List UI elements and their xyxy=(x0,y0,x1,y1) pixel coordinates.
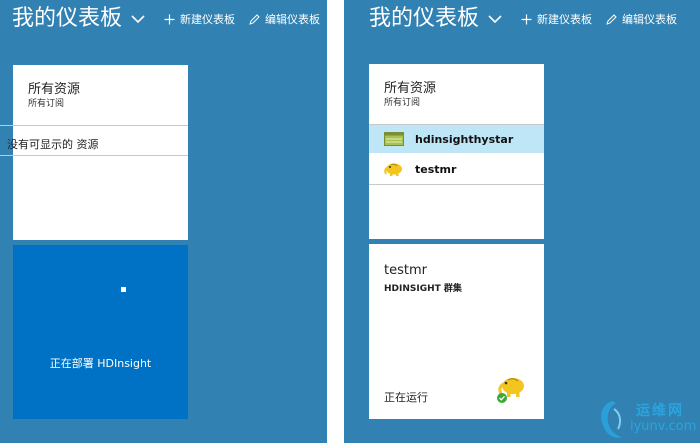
resource-item-testmr[interactable]: testmr xyxy=(369,155,544,183)
chevron-down-icon[interactable] xyxy=(126,4,150,34)
divider xyxy=(0,125,188,126)
new-dashboard-label: 新建仪表板 xyxy=(537,13,593,26)
tile-subtitle: 所有订阅 xyxy=(384,98,421,108)
empty-resources-message: 没有可显示的 资源 xyxy=(7,138,99,151)
tile-subtitle: 所有订阅 xyxy=(28,99,65,109)
new-dashboard-label: 新建仪表板 xyxy=(180,13,236,26)
new-dashboard-button[interactable]: 新建仪表板 xyxy=(521,11,592,27)
dashboard-title[interactable]: 我的仪表板 xyxy=(369,4,479,34)
all-resources-tile[interactable]: 所有资源 所有订阅 hdinsighthystar testmr xyxy=(369,64,544,239)
tile-title: 所有资源 xyxy=(28,82,81,97)
cluster-name: testmr xyxy=(384,263,427,278)
check-status-icon xyxy=(497,393,507,403)
new-dashboard-button[interactable]: 新建仪表板 xyxy=(164,11,235,27)
storage-account-icon xyxy=(383,131,405,147)
edit-dashboard-label: 编辑仪表板 xyxy=(265,13,321,26)
chevron-down-icon[interactable] xyxy=(483,4,507,34)
divider xyxy=(369,184,544,185)
dashboard-title[interactable]: 我的仪表板 xyxy=(12,4,122,34)
resource-item-label: hdinsighthystar xyxy=(415,132,514,146)
edit-dashboard-label: 编辑仪表板 xyxy=(622,13,678,26)
dashboard-header: 我的仪表板 新建仪表板 编辑仪表板 xyxy=(369,4,677,34)
deploying-tile[interactable]: 正在部署 HDInsight xyxy=(13,245,188,419)
pencil-icon xyxy=(606,13,617,25)
edit-dashboard-button[interactable]: 编辑仪表板 xyxy=(249,11,320,27)
dashboard-panel-right: 我的仪表板 新建仪表板 编辑仪表板 所有资源 所有订阅 hdinsighthys… xyxy=(344,0,700,443)
cluster-status: 正在运行 xyxy=(384,391,428,404)
dashboard-header: 我的仪表板 新建仪表板 编辑仪表板 xyxy=(12,4,320,34)
cluster-type: HDINSIGHT 群集 xyxy=(384,284,462,294)
tile-title: 所有资源 xyxy=(384,81,437,96)
plus-icon xyxy=(164,14,175,24)
hadoop-elephant-icon xyxy=(383,161,405,177)
plus-icon xyxy=(521,14,532,24)
progress-indicator xyxy=(121,287,126,292)
watermark-logo-icon xyxy=(601,401,622,438)
resource-item-hdinsighthystar[interactable]: hdinsighthystar xyxy=(369,125,544,153)
watermark-url: iyunv.com xyxy=(630,419,697,434)
deploying-status: 正在部署 HDInsight xyxy=(49,357,152,370)
site-watermark: 运维网 iyunv.com xyxy=(594,397,698,441)
cluster-tile[interactable]: testmr HDINSIGHT 群集 正在运行 xyxy=(369,244,544,419)
hadoop-elephant-icon xyxy=(497,375,527,409)
all-resources-tile[interactable]: 所有资源 所有订阅 xyxy=(13,65,188,240)
edit-dashboard-button[interactable]: 编辑仪表板 xyxy=(606,11,677,27)
divider xyxy=(0,155,188,156)
dashboard-panel-left: 我的仪表板 新建仪表板 编辑仪表板 所有资源 所有订阅 没有可显示的 资源 正在… xyxy=(0,0,327,443)
pencil-icon xyxy=(249,13,260,25)
resource-item-label: testmr xyxy=(415,162,457,176)
watermark-text: 运维网 xyxy=(636,403,684,419)
